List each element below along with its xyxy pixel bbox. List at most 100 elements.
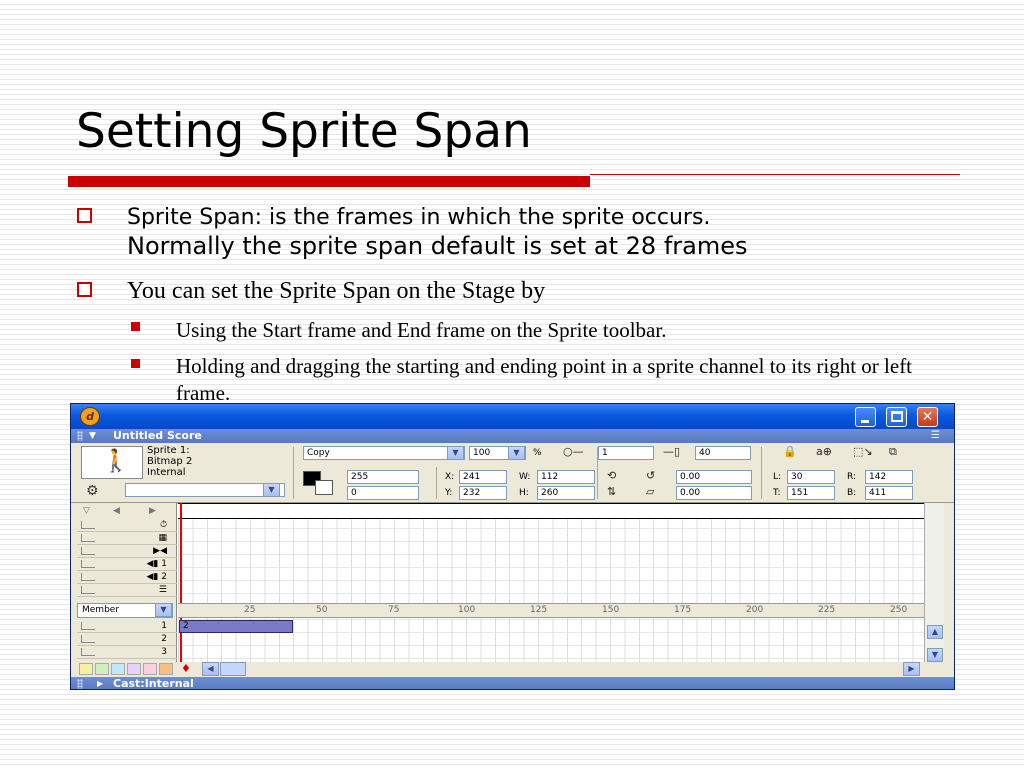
script-channel[interactable]: ☰: [77, 584, 177, 597]
score-panel-title: Untitled Score: [113, 429, 202, 442]
behavior-select[interactable]: [125, 483, 285, 497]
w-label: W:: [519, 472, 531, 482]
sprite-color-swatch[interactable]: [127, 663, 141, 675]
y-field[interactable]: 232: [459, 486, 507, 500]
t-field[interactable]: 151: [787, 486, 835, 500]
behavior-gear-icon[interactable]: ⚙: [86, 483, 99, 499]
sprite-channel-1[interactable]: 1: [77, 620, 177, 633]
channel-toggle[interactable]: [81, 534, 95, 542]
toolbar-divider: [293, 447, 294, 499]
horizontal-scroll-thumb[interactable]: [220, 662, 246, 676]
tempo-channel[interactable]: ⏱: [77, 519, 177, 532]
sound-channel-2[interactable]: ◀▮ 2: [77, 571, 177, 584]
hide-channels-icon[interactable]: ▽: [83, 503, 90, 519]
ruler-tick: 125: [530, 605, 548, 615]
grip-icon[interactable]: [77, 679, 83, 689]
ink-select[interactable]: Copy: [303, 446, 465, 460]
start-frame-field[interactable]: 1: [598, 446, 654, 460]
b-label: B:: [847, 488, 857, 498]
palette-channel[interactable]: ▦: [77, 532, 177, 545]
l-field[interactable]: 30: [787, 470, 835, 484]
sprite-color-swatch[interactable]: [111, 663, 125, 675]
scroll-up-icon[interactable]: ▲: [927, 625, 943, 639]
channel-toggle[interactable]: [81, 560, 95, 568]
ink-dropdown-icon[interactable]: ▼: [447, 446, 464, 460]
end-frame-field[interactable]: 40: [695, 446, 751, 460]
scroll-right-icon[interactable]: ▶: [903, 662, 920, 676]
moveable-icon[interactable]: ⬚↘: [853, 446, 873, 458]
skew-icon: ▱: [646, 485, 655, 498]
rotation-field[interactable]: 0.00: [676, 470, 752, 484]
maximize-button[interactable]: [886, 407, 907, 427]
frame-grid[interactable]: 25 50 75 100 125 150 175 200 225 250 2: [178, 503, 924, 677]
foreground-value[interactable]: 255: [347, 470, 419, 484]
flip-icon: ⇅: [607, 485, 617, 498]
ruler-tick: 250: [890, 605, 908, 615]
minimize-icon: [861, 420, 869, 423]
speaker-icon: ◀▮: [146, 559, 159, 569]
behavior-dropdown-icon[interactable]: ▼: [263, 483, 280, 497]
b-field[interactable]: 411: [865, 486, 913, 500]
bullet-sprite-span: Sprite Span: is the frames in which the …: [127, 204, 987, 261]
scroll-down-icon[interactable]: ▼: [927, 648, 943, 662]
channel-toggle[interactable]: [81, 586, 95, 594]
score-panel-header[interactable]: ▼ Untitled Score ☰: [71, 429, 954, 443]
director-logo-icon: d: [80, 407, 100, 426]
x-field[interactable]: 241: [459, 470, 507, 484]
next-marker-icon[interactable]: ▶: [149, 503, 156, 519]
trails-icon[interactable]: ⧉: [889, 446, 897, 458]
sprite-channel-label: 2: [161, 634, 167, 644]
cast-panel-header[interactable]: ▶ Cast:Internal: [71, 677, 954, 689]
panel-menu-icon[interactable]: ☰: [931, 429, 940, 443]
w-field[interactable]: 112: [537, 470, 595, 484]
close-button[interactable]: ✕: [917, 407, 938, 427]
skew-field[interactable]: 0.00: [676, 486, 752, 500]
channel-toggle[interactable]: [81, 635, 95, 643]
sprite-color-swatch[interactable]: [159, 663, 173, 675]
sub-bullet-dragging: Holding and dragging the starting and en…: [176, 354, 913, 403]
sprite-color-swatch[interactable]: [79, 663, 93, 675]
r-field[interactable]: 142: [865, 470, 913, 484]
bullet-set-span: You can set the Sprite Span on the Stage…: [127, 278, 546, 304]
blend-dropdown-icon[interactable]: ▼: [508, 446, 525, 460]
transition-channel[interactable]: ▶◀: [77, 545, 177, 558]
toolbar-divider: [761, 447, 762, 499]
y-label: Y:: [445, 488, 453, 498]
playhead-marker-icon[interactable]: ♦: [181, 663, 191, 675]
channel-toggle[interactable]: [81, 622, 95, 630]
prev-marker-icon[interactable]: ◀: [113, 503, 120, 519]
sprite-channel-2[interactable]: 2: [77, 633, 177, 646]
playhead[interactable]: [180, 503, 182, 663]
sprite-thumbnail[interactable]: 🚶: [81, 446, 143, 479]
h-field[interactable]: 260: [537, 486, 595, 500]
channel-toggle[interactable]: [81, 521, 95, 529]
frame-ruler[interactable]: 25 50 75 100 125 150 175 200 225 250: [178, 603, 924, 618]
display-dropdown-icon[interactable]: ▼: [155, 603, 172, 617]
background-color-chip[interactable]: [315, 480, 333, 495]
lock-icon[interactable]: 🔒: [783, 446, 797, 458]
channel-toggle[interactable]: [81, 573, 95, 581]
editable-icon[interactable]: a⊕: [816, 446, 832, 458]
channel-toggle[interactable]: [81, 547, 95, 555]
sprite-span-bar[interactable]: 2: [179, 620, 293, 633]
playhead-strip[interactable]: [178, 503, 924, 519]
grip-icon[interactable]: [77, 431, 83, 441]
transition-icon: ▶◀: [153, 546, 167, 556]
ruler-tick: 75: [388, 605, 400, 615]
collapse-triangle-icon[interactable]: ▼: [89, 429, 96, 443]
sprite-channel-3[interactable]: 3: [77, 646, 177, 659]
expand-triangle-icon[interactable]: ▶: [97, 677, 103, 689]
minimize-button[interactable]: [855, 407, 876, 427]
sprite-color-swatch[interactable]: [95, 663, 109, 675]
vertical-scrollbar[interactable]: ▲ ▼: [924, 503, 944, 677]
bullet-text-line2: Normally the sprite span default is set …: [127, 232, 748, 260]
maximize-icon: [891, 411, 903, 422]
channel-toggle[interactable]: [81, 648, 95, 656]
score-grid: ▽ ◀ ▶ ⏱ ▦ ▶◀ ◀▮ 1 ◀▮ 2 ☰ Member ▼ 1 2 3 …: [77, 503, 944, 677]
scroll-left-icon[interactable]: ◀: [202, 662, 219, 676]
background-value[interactable]: 0: [347, 486, 419, 500]
window-titlebar[interactable]: d ✕: [71, 404, 954, 429]
sprite-color-swatch[interactable]: [143, 663, 157, 675]
sound-channel-1[interactable]: ◀▮ 1: [77, 558, 177, 571]
sprite-figure-icon: 🚶: [102, 449, 130, 474]
